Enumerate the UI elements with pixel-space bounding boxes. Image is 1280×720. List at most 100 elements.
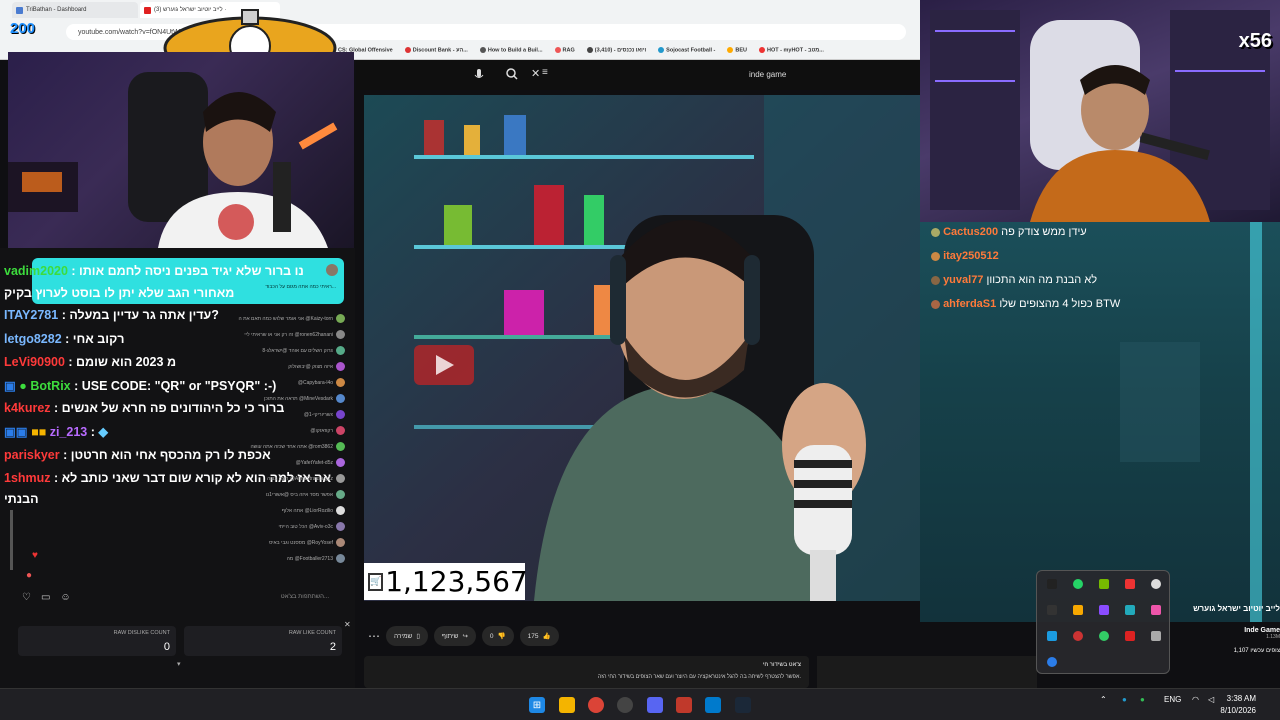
share-button[interactable]: שיתוף ↪ bbox=[433, 626, 476, 646]
yt-chat-item: אתה אלוף @LiorRozilio bbox=[195, 506, 345, 515]
save-button[interactable]: שמירה ▯ bbox=[386, 626, 428, 646]
clock[interactable]: 3:38 AM 8/10/2026 bbox=[1220, 693, 1256, 717]
raw-dislike-label: RAW DISLIKE COUNT bbox=[113, 630, 170, 636]
steam-icon[interactable] bbox=[735, 697, 751, 713]
chat-message: ▣▣ ■■ zi_213 : ◆ bbox=[4, 425, 108, 439]
sub-badge-icon: ■■ bbox=[31, 425, 47, 439]
live-chat-info: צ'אט בשידור חי אפשר להצטרף לשיחה בה להגל… bbox=[364, 656, 809, 688]
thumbs-up-icon: 👍 bbox=[542, 633, 551, 640]
emote-icon: ◆ bbox=[98, 425, 108, 439]
share-label: שיתוף bbox=[441, 632, 459, 640]
search-input[interactable]: inde game bbox=[749, 70, 786, 79]
app-icon[interactable] bbox=[676, 697, 692, 713]
like-count: 175 bbox=[527, 632, 539, 640]
tray-app-icon[interactable] bbox=[1073, 631, 1083, 641]
video-player[interactable] bbox=[364, 95, 920, 601]
dislike-button[interactable]: 0 👎 bbox=[481, 626, 514, 646]
close-icon[interactable]: ✕ bbox=[531, 67, 540, 80]
bookmark-item[interactable]: Discount Bank - הע... bbox=[404, 46, 468, 53]
chat-panel-left: ראיתי כמה אתה מגזם על הכבוד... vadim2020… bbox=[0, 248, 355, 688]
volume-icon[interactable]: ◁ bbox=[1208, 695, 1214, 704]
nvidia-icon[interactable] bbox=[1099, 579, 1109, 589]
live-chat-description: אפשר להצטרף לשיחה בה להגל אינטראקציה עם … bbox=[597, 674, 801, 680]
live-chat-title: צ'אט בשידור חי bbox=[762, 662, 801, 668]
share-icon: ↪ bbox=[462, 633, 468, 640]
tray-app-icon[interactable] bbox=[1099, 605, 1109, 615]
bookmarks-bar: CS: Global Offensive Discount Bank - הע.… bbox=[330, 44, 920, 56]
yt-chat-item: @Capybara-l4o bbox=[195, 378, 345, 387]
app-icon[interactable]: ● bbox=[1122, 695, 1127, 704]
yt-chat-item: הכל טוב הייחי @Aviv-o3c bbox=[195, 522, 345, 531]
steam-icon[interactable] bbox=[1047, 631, 1057, 641]
usb-icon[interactable] bbox=[1151, 631, 1161, 641]
heart-reaction-icon: ♥ bbox=[32, 550, 38, 561]
yt-chat-item: @YafetYafet-d5z bbox=[195, 458, 345, 467]
search-icon[interactable] bbox=[506, 68, 518, 80]
tray-app-icon[interactable] bbox=[1099, 631, 1109, 641]
tray-app-icon[interactable] bbox=[1125, 605, 1135, 615]
bookmark-item[interactable]: RAG bbox=[554, 46, 575, 53]
channel-name[interactable]: Inde Game bbox=[1166, 627, 1280, 634]
viewers-now: 1,107 צופים עכשיו bbox=[1233, 648, 1280, 654]
heart-icon[interactable]: ♡ bbox=[22, 592, 31, 603]
taskbar: ⊞ ⌃ ● ● ENG ◠ ◁ 3:38 AM 8/10/2026 bbox=[0, 688, 1280, 720]
thumbs-down-icon: 👎 bbox=[497, 633, 506, 640]
bluetooth-icon[interactable] bbox=[1047, 657, 1057, 667]
tray-app-icon[interactable] bbox=[1047, 605, 1057, 615]
microphone-icon[interactable] bbox=[474, 68, 484, 82]
webcam-right: x56 bbox=[920, 0, 1280, 222]
yt-chat-item: אני אומר שלוש כמה תאם את ה @Kaizy-torn bbox=[195, 314, 345, 323]
folder-icon[interactable] bbox=[1073, 605, 1083, 615]
streamer-right-image bbox=[930, 10, 1270, 222]
vscode-icon[interactable] bbox=[705, 697, 721, 713]
view-counter: 🛒 1,123,567 bbox=[364, 563, 528, 600]
chevron-up-icon[interactable]: ⌃ bbox=[1100, 695, 1107, 704]
badge-icon: ▣▣ bbox=[4, 425, 28, 439]
chat-message: vadim2020 : נו ברור שלא יגיד בפנים ניסה … bbox=[4, 264, 304, 278]
discord-icon[interactable] bbox=[647, 697, 663, 713]
yt-chat-item: אתה אחד שכזה אתה עושה @rom3862 bbox=[195, 442, 345, 451]
raw-dislike-box: RAW DISLIKE COUNT 0 bbox=[18, 626, 176, 656]
basket-icon: 🛒 bbox=[368, 572, 384, 591]
chevron-down-icon[interactable]: ▾ bbox=[177, 660, 181, 668]
channel-subs: 1.13M bbox=[1266, 634, 1280, 640]
tab-dashboard[interactable]: TriBathan - Dashboard bbox=[12, 2, 138, 18]
scrollbar[interactable] bbox=[10, 510, 13, 570]
yt-chat-item: זה רק אני או שראיתי ליי @ronen62hanani bbox=[195, 330, 345, 339]
tray-app-icon[interactable] bbox=[1125, 631, 1135, 641]
language-indicator[interactable]: ENG bbox=[1164, 695, 1181, 704]
more-options-icon[interactable]: ⋯ bbox=[368, 629, 380, 643]
like-button[interactable]: 175 👍 bbox=[519, 626, 559, 646]
emoji-icon[interactable]: ☺ bbox=[60, 592, 70, 603]
yt-chat-item: מססנט וגבי באיס @RoyYosef bbox=[195, 538, 345, 547]
bookmark-item[interactable]: Sojocast Football - bbox=[658, 46, 715, 53]
tray-app-icon[interactable] bbox=[1125, 579, 1135, 589]
time: 3:38 AM bbox=[1226, 694, 1256, 703]
tray-app-icon[interactable] bbox=[1151, 605, 1161, 615]
reaction-icon: ● bbox=[26, 570, 33, 581]
chrome-icon[interactable] bbox=[588, 697, 604, 713]
layout-icon[interactable]: ▭ bbox=[41, 592, 50, 603]
bookmark-item[interactable]: (3,410) - ויואו נכנסים bbox=[586, 46, 646, 53]
save-label: שמירה bbox=[394, 632, 413, 640]
wifi-icon[interactable]: ◠ bbox=[1192, 695, 1199, 704]
settings-gear-icon[interactable] bbox=[1151, 579, 1161, 589]
menu-icon[interactable]: ≡ bbox=[542, 67, 548, 78]
chat-input[interactable]: השתתפות בצ'אט... bbox=[281, 594, 329, 600]
avatar bbox=[326, 264, 338, 276]
close-icon[interactable]: ✕ bbox=[344, 620, 351, 629]
video-title: לייב יוטיוב ישראל גוערש bbox=[1193, 604, 1280, 613]
app-icon[interactable] bbox=[617, 697, 633, 713]
verified-icon: ● bbox=[19, 379, 27, 393]
windows-start-icon[interactable]: ⊞ bbox=[529, 697, 545, 713]
raw-like-box: RAW LIKE COUNT 2 bbox=[184, 626, 342, 656]
bookmark-item[interactable]: HOT - myHOT - מטב... bbox=[759, 46, 824, 53]
file-explorer-icon[interactable] bbox=[559, 697, 575, 713]
browser-toolbar: TriBathan - Dashboard לייב יוטיוב ישראל … bbox=[0, 0, 920, 60]
app-icon[interactable]: ● bbox=[1140, 695, 1145, 704]
chat-message: LeVi90900 : מ 2023 הוא שומם bbox=[4, 355, 177, 369]
bookmark-item[interactable]: How to Build a Buil... bbox=[479, 46, 543, 53]
whatsapp-icon[interactable] bbox=[1073, 579, 1083, 589]
bookmark-item[interactable]: BEU bbox=[727, 46, 747, 53]
tray-app-icon[interactable] bbox=[1047, 579, 1057, 589]
